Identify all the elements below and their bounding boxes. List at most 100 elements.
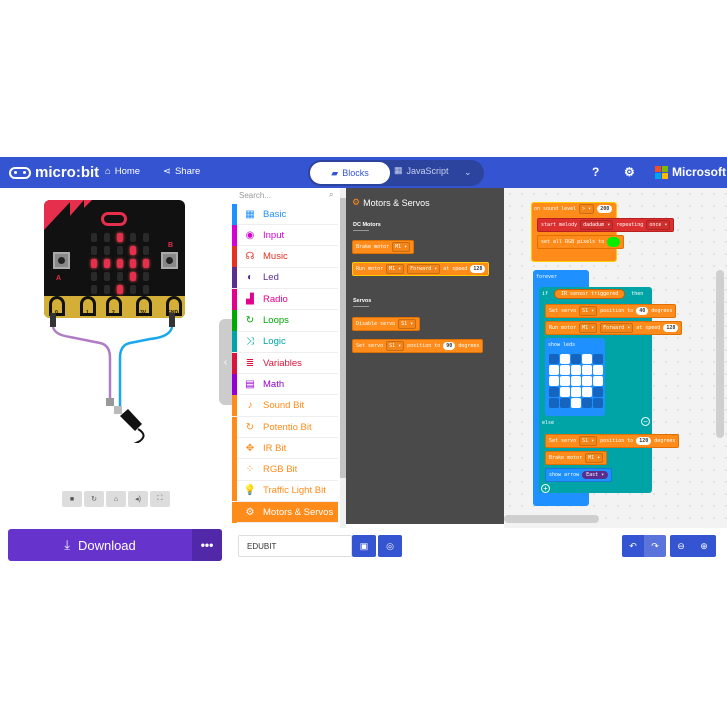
- led-toggle[interactable]: [549, 398, 559, 408]
- category-logic[interactable]: ⤨ Logic: [232, 331, 338, 353]
- repeat-dropdown[interactable]: once ▾: [646, 220, 671, 230]
- direction-dropdown[interactable]: Forward ▾: [600, 323, 634, 333]
- workspace-horizontal-scrollbar[interactable]: [504, 515, 599, 523]
- color-picker[interactable]: [607, 237, 621, 247]
- zoom-out-button[interactable]: ⊖: [670, 535, 692, 557]
- led-toggle[interactable]: [593, 387, 603, 397]
- remove-else-icon[interactable]: −: [641, 417, 650, 426]
- workspace-vertical-scrollbar[interactable]: [716, 270, 724, 438]
- category-sound-bit[interactable]: ♪ Sound Bit: [232, 395, 338, 417]
- block-if[interactable]: if IR sensor triggered then: [539, 287, 646, 301]
- category-input[interactable]: ◉ Input: [232, 224, 338, 247]
- stop-icon[interactable]: ■: [62, 491, 82, 507]
- arrow-direction-dropdown[interactable]: East ▾: [582, 471, 609, 479]
- block-on-sound-level[interactable]: on sound level > ▾ 200: [531, 202, 615, 216]
- debug-icon[interactable]: ⌂: [106, 491, 126, 507]
- home-button[interactable]: ⌂ Home: [105, 166, 140, 177]
- collapse-simulator-button[interactable]: ‹: [219, 319, 232, 405]
- gear-icon[interactable]: ⚙: [624, 165, 635, 179]
- share-button[interactable]: ⋖ Share: [163, 166, 200, 177]
- category-motors-servos[interactable]: ⚙ Motors & Servos: [232, 501, 338, 524]
- position-input[interactable]: 90: [443, 342, 456, 350]
- block-start-melody[interactable]: start melody dadadum ▾ repeating once ▾: [537, 218, 675, 232]
- project-name-input[interactable]: EDUBIT: [238, 535, 352, 557]
- led-toggle[interactable]: [560, 387, 570, 397]
- button-a[interactable]: [53, 252, 70, 269]
- category-led[interactable]: ◐ Led: [232, 267, 338, 289]
- button-b[interactable]: [161, 252, 178, 269]
- direction-dropdown[interactable]: Forward ▾: [407, 264, 441, 274]
- block-brake-motor[interactable]: Brake motor M1 ▾: [545, 451, 608, 465]
- led-toggle[interactable]: [571, 376, 581, 386]
- category-radio[interactable]: ▟ Radio: [232, 288, 338, 311]
- block-forever[interactable]: forever: [533, 270, 560, 284]
- led-toggle[interactable]: [560, 398, 570, 408]
- fullscreen-icon[interactable]: ⛶: [150, 491, 170, 507]
- led-toggle[interactable]: [571, 398, 581, 408]
- led-toggle[interactable]: [571, 387, 581, 397]
- block-brake-motor[interactable]: Brake motor M1 ▾: [352, 240, 415, 254]
- led-toggle[interactable]: [582, 387, 592, 397]
- led-toggle[interactable]: [582, 376, 592, 386]
- download-button[interactable]: ⤓ Download: [8, 529, 192, 561]
- condition-ir-triggered[interactable]: IR sensor triggered: [554, 289, 626, 299]
- category-rgb-bit[interactable]: ⁘ RGB Bit: [232, 459, 338, 481]
- led-toggle[interactable]: [549, 354, 559, 364]
- block-show-arrow[interactable]: show arrow East ▾: [545, 468, 613, 482]
- speed-input[interactable]: 128: [663, 324, 679, 332]
- zoom-in-button[interactable]: ⊕: [692, 535, 716, 557]
- led-toggle[interactable]: [593, 365, 603, 375]
- servo-dropdown[interactable]: S1 ▾: [579, 436, 598, 446]
- position-input[interactable]: 120: [636, 437, 652, 445]
- category-traffic-light-bit[interactable]: 💡 Traffic Light Bit: [232, 480, 338, 502]
- led-toggle[interactable]: [582, 365, 592, 375]
- microbit-logo[interactable]: micro:bit: [9, 164, 99, 181]
- tab-javascript[interactable]: ▦ JavaScript: [394, 165, 449, 176]
- motor-dropdown[interactable]: M1 ▾: [585, 453, 604, 463]
- led-toggle[interactable]: [549, 365, 559, 375]
- help-icon[interactable]: ?: [592, 165, 599, 179]
- block-set-servo[interactable]: Set servo S1 ▾ position to 90 degrees: [352, 339, 484, 353]
- more-options-button[interactable]: •••: [192, 529, 222, 561]
- compare-dropdown[interactable]: > ▾: [579, 204, 595, 214]
- block-set-servo[interactable]: Set servo S1 ▾ position to 120 degrees: [545, 434, 680, 448]
- led-toggle[interactable]: [571, 354, 581, 364]
- position-input[interactable]: 40: [636, 307, 649, 315]
- servo-dropdown[interactable]: S1 ▾: [398, 319, 417, 329]
- servo-dropdown[interactable]: S1 ▾: [579, 306, 598, 316]
- chevron-down-icon[interactable]: ⌄: [464, 167, 472, 178]
- block-run-motor[interactable]: Run motor M1 ▾ Forward ▾ at speed 128: [352, 262, 490, 276]
- led-toggle[interactable]: [582, 354, 592, 364]
- led-toggle[interactable]: [560, 365, 570, 375]
- blocks-workspace[interactable]: on sound level > ▾ 200 start melody dadadum…: [504, 188, 727, 528]
- melody-dropdown[interactable]: dadadum ▾: [580, 220, 614, 230]
- category-potentio-bit[interactable]: ↻ Potentio Bit: [232, 416, 338, 438]
- sound-level-input[interactable]: 200: [597, 205, 613, 213]
- block-set-servo[interactable]: Set servo S1 ▾ position to 40 degrees: [545, 304, 677, 318]
- motor-dropdown[interactable]: M1 ▾: [579, 323, 598, 333]
- category-math[interactable]: ▤ Math: [232, 373, 338, 396]
- motor-dropdown[interactable]: M1 ▾: [392, 242, 411, 252]
- tab-blocks[interactable]: ▰ Blocks: [310, 162, 390, 184]
- led-toggle[interactable]: [549, 387, 559, 397]
- block-disable-servo[interactable]: Disable servo S1 ▾: [352, 317, 421, 331]
- led-toggle[interactable]: [593, 398, 603, 408]
- undo-button[interactable]: ↶: [622, 535, 644, 557]
- led-toggle[interactable]: [593, 354, 603, 364]
- motor-dropdown[interactable]: M1 ▾: [386, 264, 405, 274]
- led-toggle[interactable]: [571, 365, 581, 375]
- speed-input[interactable]: 128: [470, 265, 486, 273]
- led-toggle[interactable]: [560, 354, 570, 364]
- search-icon[interactable]: ⌕: [329, 190, 333, 200]
- led-toggle[interactable]: [593, 376, 603, 386]
- mute-icon[interactable]: ◂): [128, 491, 148, 507]
- servo-dropdown[interactable]: S1 ▾: [386, 341, 405, 351]
- save-button[interactable]: ▣: [352, 535, 376, 557]
- block-run-motor[interactable]: Run motor M1 ▾ Forward ▾ at speed 128: [545, 321, 683, 335]
- led-toggle[interactable]: [549, 376, 559, 386]
- restart-icon[interactable]: ↻: [84, 491, 104, 507]
- add-else-if-icon[interactable]: +: [541, 484, 550, 493]
- category-variables[interactable]: ≣ Variables: [232, 352, 338, 375]
- category-music[interactable]: ☊ Music: [232, 246, 338, 268]
- microsoft-logo[interactable]: Microsoft: [655, 165, 726, 179]
